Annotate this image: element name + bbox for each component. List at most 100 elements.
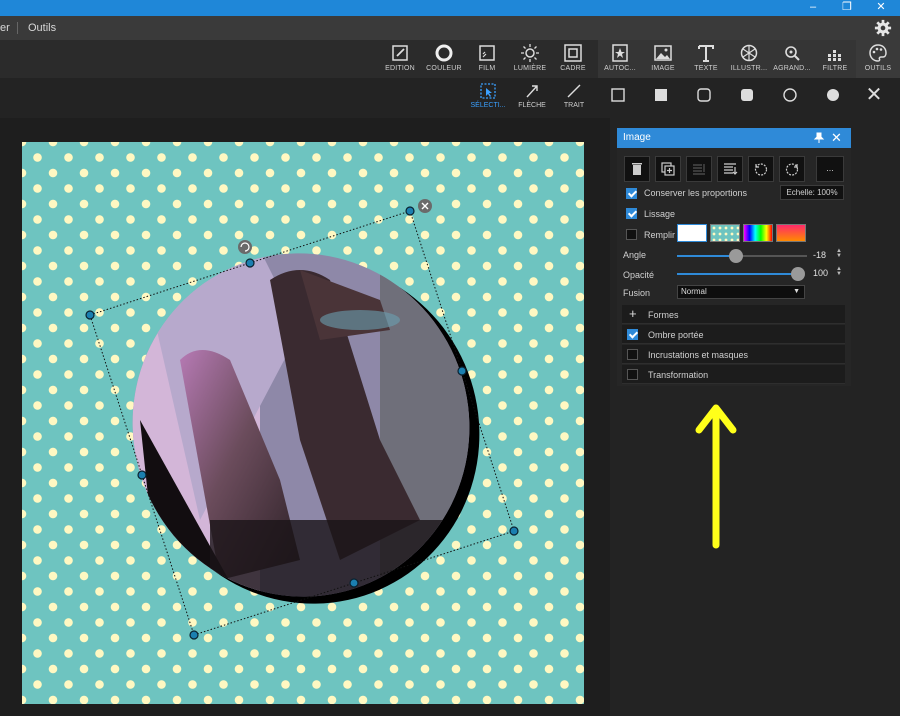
smoothing-checkbox[interactable] — [626, 208, 637, 219]
pin-icon[interactable] — [813, 132, 825, 144]
square-filled-icon[interactable] — [652, 86, 670, 104]
more-button-label: ... — [826, 163, 834, 173]
tool-film-label: FILM — [478, 65, 496, 72]
palette-icon — [869, 44, 887, 62]
angle-slider-knob[interactable] — [729, 249, 743, 263]
layer-down-icon — [724, 163, 738, 175]
fill-swatch-pattern[interactable] — [710, 224, 740, 242]
sun-icon — [521, 44, 539, 62]
subtool-trait[interactable]: TRAIT — [552, 80, 596, 114]
close-window-button[interactable]: ✕ — [864, 0, 898, 16]
circle-outline-icon[interactable] — [781, 86, 799, 104]
tool-outils[interactable]: OUTILS — [856, 40, 900, 78]
fill-label: Remplir — [644, 230, 676, 240]
tool-texte-label: TEXTE — [694, 65, 718, 72]
layer-up-icon — [693, 164, 705, 175]
fill-swatch-white[interactable] — [677, 224, 707, 242]
rounded-square-outline-icon[interactable] — [695, 86, 713, 104]
selection-icon — [480, 83, 496, 99]
tool-edition[interactable]: EDITION — [378, 40, 422, 78]
square-outline-icon[interactable] — [609, 86, 627, 104]
layer-down-button[interactable] — [717, 156, 743, 182]
tool-edition-label: EDITION — [385, 65, 415, 72]
annotation-arrow-icon — [695, 404, 737, 549]
ombre-portee-checkbox[interactable] — [627, 329, 638, 340]
arrow-icon — [526, 85, 538, 98]
section-incrustations-label: Incrustations et masques — [648, 350, 749, 360]
rotate-left-button[interactable] — [748, 156, 774, 182]
keep-proportions-checkbox[interactable] — [626, 188, 637, 199]
tool-outils-label: OUTILS — [864, 65, 892, 72]
section-formes[interactable]: + Formes — [622, 305, 845, 324]
tool-filtre-label: FILTRE — [822, 65, 848, 72]
section-incrustations[interactable]: Incrustations et masques — [622, 345, 845, 364]
menu-item-outils[interactable]: Outils — [28, 16, 56, 40]
transformation-checkbox[interactable] — [627, 369, 638, 380]
opacity-value[interactable]: 100 — [813, 268, 828, 278]
tool-agrandir[interactable]: AGRAND... — [770, 40, 814, 78]
frame-icon — [564, 44, 582, 62]
fill-checkbox[interactable] — [626, 229, 637, 240]
fill-swatch-gradient[interactable] — [776, 224, 806, 242]
subtool-selection[interactable]: SÉLECTI... — [466, 80, 510, 114]
tool-film[interactable]: FILM — [465, 40, 509, 78]
edit-icon — [392, 45, 408, 61]
rounded-square-filled-icon[interactable] — [738, 86, 756, 104]
tool-illustration[interactable]: ILLUSTR... — [727, 40, 771, 78]
panel-header: Image ✕ — [617, 128, 851, 148]
more-button[interactable]: ... — [816, 156, 844, 182]
blend-mode-select[interactable]: Normal ▼ — [677, 285, 805, 299]
layer-up-button[interactable] — [686, 156, 712, 182]
section-formes-label: Formes — [648, 310, 679, 320]
circle-filled-icon[interactable] — [824, 86, 842, 104]
section-transformation[interactable]: Transformation — [622, 365, 845, 384]
incrustations-checkbox[interactable] — [627, 349, 638, 360]
tool-cadre-label: CADRE — [560, 65, 586, 72]
angle-spinner[interactable]: ▲ ▼ — [836, 248, 844, 259]
section-ombre-portee[interactable]: Ombre portée — [622, 325, 845, 344]
gear-icon[interactable] — [874, 19, 892, 37]
subtool-fleche[interactable]: FLÈCHE — [510, 80, 554, 114]
angle-slider-rest — [737, 255, 807, 257]
opacity-label: Opacité — [623, 270, 655, 280]
tool-filtre[interactable]: FILTRE — [813, 40, 857, 78]
tool-autocollant[interactable]: AUTOC... — [598, 40, 642, 78]
close-icon[interactable]: ✕ — [863, 84, 885, 106]
opacity-slider-knob[interactable] — [791, 267, 805, 281]
trash-icon — [632, 163, 642, 175]
subtool-trait-label: TRAIT — [563, 102, 585, 109]
image-icon — [654, 45, 672, 61]
tool-image[interactable]: IMAGE — [641, 40, 685, 78]
scale-field[interactable]: Echelle: 100% — [780, 185, 844, 200]
delete-button[interactable] — [624, 156, 650, 182]
angle-label: Angle — [623, 250, 647, 260]
main-toolbar: EDITION COULEUR FILM LUMIÈRE CADRE AUTOC… — [0, 40, 900, 78]
line-icon — [567, 84, 581, 98]
menu-item-partial[interactable]: er — [0, 16, 10, 40]
scale-value: Echelle: 100% — [786, 188, 838, 197]
angle-slider-fill — [677, 255, 737, 257]
maximize-button[interactable]: ❐ — [830, 0, 864, 16]
duplicate-icon — [661, 162, 675, 176]
section-ombre-portee-label: Ombre portée — [648, 330, 704, 340]
tool-couleur[interactable]: COULEUR — [422, 40, 466, 78]
opacity-spinner[interactable]: ▲ ▼ — [836, 266, 844, 277]
duplicate-button[interactable] — [655, 156, 681, 182]
illustration-icon — [740, 44, 758, 62]
tool-cadre[interactable]: CADRE — [551, 40, 595, 78]
subtool-fleche-label: FLÈCHE — [518, 102, 546, 109]
panel-close-icon[interactable]: ✕ — [831, 131, 845, 145]
blend-label: Fusion — [623, 288, 651, 298]
tool-lumiere[interactable]: LUMIÈRE — [508, 40, 552, 78]
canvas-polka-dot-background[interactable] — [22, 142, 584, 704]
tool-texte[interactable]: TEXTE — [684, 40, 728, 78]
tool-lumiere-label: LUMIÈRE — [513, 65, 547, 72]
fill-swatch-rainbow[interactable] — [743, 224, 773, 242]
section-transformation-label: Transformation — [648, 370, 709, 380]
angle-value[interactable]: -18 — [813, 250, 826, 260]
menu-separator — [17, 22, 18, 34]
tool-couleur-label: COULEUR — [426, 65, 462, 72]
rotate-right-button[interactable] — [779, 156, 805, 182]
minimize-button[interactable]: – — [796, 0, 830, 16]
tool-agrandir-label: AGRAND... — [773, 65, 811, 72]
